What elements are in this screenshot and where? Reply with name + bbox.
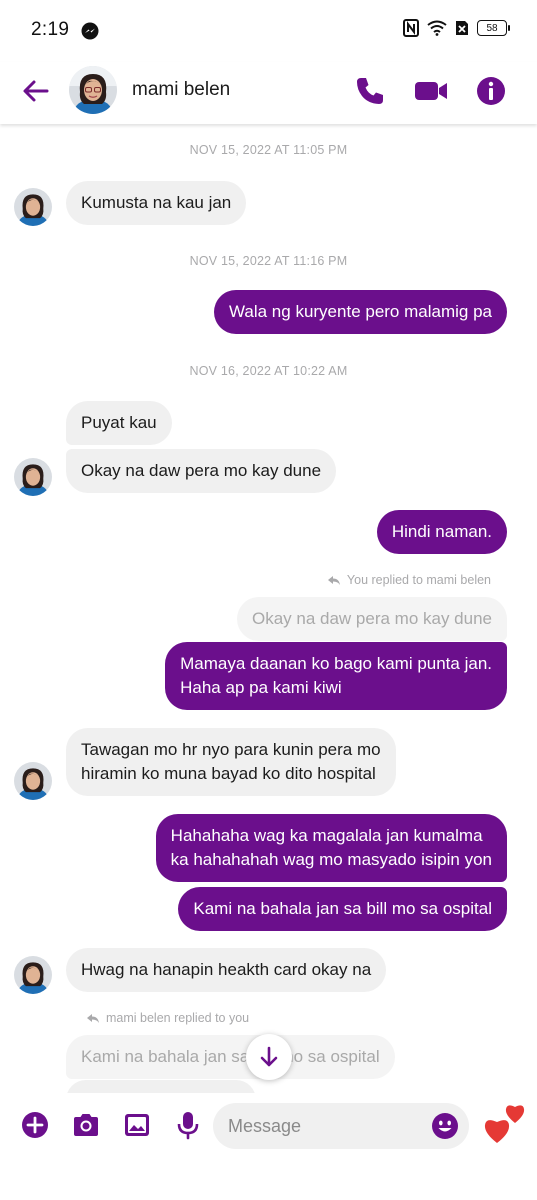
sender-avatar[interactable]: [14, 188, 52, 226]
reply-label: mami belen replied to you: [106, 1011, 250, 1025]
incoming-message[interactable]: Hwag na hanapin heakth card okay na: [66, 948, 387, 992]
scroll-to-bottom-button[interactable]: [246, 1034, 292, 1080]
phone-call-icon[interactable]: [353, 74, 387, 108]
camera-icon[interactable]: [71, 1110, 101, 1140]
timestamp: NOV 15, 2022 AT 11:05 PM: [189, 143, 348, 157]
incoming-message[interactable]: Puyat kau: [66, 401, 172, 445]
message-line: hiramin ko muna bayad ko dito hospital: [81, 764, 376, 783]
messenger-notification-icon: [81, 22, 99, 40]
incoming-message[interactable]: Okay na daw pera mo kay dune: [66, 449, 337, 493]
incoming-message[interactable]: Kumusta na kau jan: [66, 181, 247, 225]
arrow-down-icon: [260, 1046, 278, 1067]
contact-avatar[interactable]: [69, 66, 117, 114]
message-line: Mamaya daanan ko bago kami punta jan.: [180, 654, 492, 673]
video-call-icon[interactable]: [413, 74, 449, 108]
battery-level: 58: [486, 22, 498, 34]
reply-label: You replied to mami belen: [346, 573, 491, 587]
timestamp: NOV 15, 2022 AT 11:16 PM: [189, 254, 348, 268]
battery-icon: 58: [477, 20, 510, 36]
gallery-icon[interactable]: [122, 1110, 152, 1140]
quoted-message[interactable]: Okay na daw pera mo kay dune: [236, 597, 507, 641]
nfc-icon: [403, 19, 419, 37]
avatar-photo: [14, 956, 52, 994]
incoming-message[interactable]: Tawagan mo hr nyo para kunin pera mo hir…: [66, 728, 396, 796]
outgoing-message[interactable]: Mamaya daanan ko bago kami punta jan. Ha…: [165, 642, 507, 710]
sender-avatar[interactable]: [14, 956, 52, 994]
status-bar: 2:19 58: [0, 0, 537, 62]
message-line: Tawagan mo hr nyo para kunin pera mo: [81, 740, 381, 759]
avatar-photo: [14, 458, 52, 496]
timestamp: NOV 16, 2022 AT 10:22 AM: [189, 364, 348, 378]
sender-avatar[interactable]: [14, 458, 52, 496]
heart-reaction-icon[interactable]: [483, 1103, 529, 1147]
back-arrow-icon[interactable]: [20, 75, 52, 107]
avatar-photo: [14, 188, 52, 226]
outgoing-message[interactable]: Hahahaha wag ka magalala jan kumalma ka …: [155, 814, 507, 882]
message-line: ka hahahahah wag mo masyado isipin yon: [170, 850, 492, 869]
no-sim-icon: [456, 21, 468, 35]
emoji-icon[interactable]: [431, 1112, 459, 1140]
plus-circle-icon[interactable]: [20, 1110, 50, 1140]
sender-avatar[interactable]: [14, 762, 52, 800]
composer-bar: [0, 1093, 537, 1200]
message-line: Hahahaha wag ka magalala jan kumalma: [170, 826, 483, 845]
wifi-icon: [427, 20, 447, 36]
status-time: 2:19: [31, 19, 70, 40]
microphone-icon[interactable]: [173, 1110, 203, 1140]
reply-indicator: You replied to mami belen: [327, 573, 491, 587]
avatar-photo: [14, 762, 52, 800]
contact-name[interactable]: mami belen: [132, 79, 230, 101]
quoted-message[interactable]: Kami na bahala jan sa bill mo sa ospital: [66, 1035, 395, 1079]
info-icon[interactable]: [474, 74, 508, 108]
avatar-photo: [69, 66, 117, 114]
outgoing-message[interactable]: Kami na bahala jan sa bill mo sa ospital: [178, 887, 507, 931]
outgoing-message[interactable]: Wala ng kuryente pero malamig pa: [213, 290, 507, 334]
status-icons: 58: [403, 19, 510, 37]
chat-header: mami belen: [0, 62, 537, 124]
outgoing-message[interactable]: Hindi naman.: [376, 510, 507, 554]
reply-indicator: mami belen replied to you: [86, 1011, 249, 1025]
reply-arrow-icon: [327, 575, 340, 585]
message-line: Haha ap pa kami kiwi: [180, 678, 342, 697]
reply-arrow-icon: [87, 1013, 99, 1023]
